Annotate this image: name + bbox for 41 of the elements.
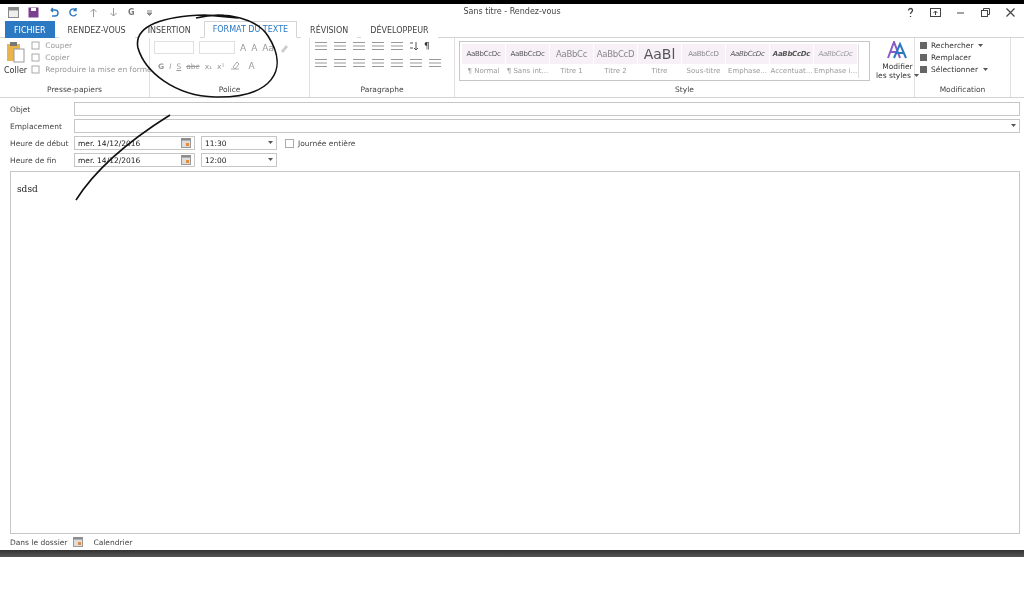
- up-arrow-icon[interactable]: [88, 7, 99, 18]
- caret-icon[interactable]: [1011, 124, 1016, 128]
- location-field[interactable]: [74, 119, 1020, 133]
- caret-icon[interactable]: [913, 73, 919, 78]
- ribbon-display-icon[interactable]: [930, 7, 941, 18]
- quick-access-item[interactable]: G: [128, 8, 135, 17]
- calendar-icon: [181, 155, 191, 165]
- font-name-field[interactable]: [154, 41, 194, 54]
- styles-icon[interactable]: [887, 41, 908, 59]
- undo-icon[interactable]: [48, 7, 59, 18]
- caret-icon[interactable]: [268, 158, 273, 162]
- caret-icon[interactable]: [978, 43, 984, 48]
- calendar-icon: [181, 138, 191, 148]
- sort-icon[interactable]: [409, 41, 419, 51]
- center-icon[interactable]: [333, 58, 347, 68]
- calendar-icon[interactable]: [8, 7, 19, 18]
- file-tab[interactable]: FICHIER: [5, 21, 55, 38]
- caret-icon[interactable]: [983, 67, 988, 72]
- subject-field[interactable]: [74, 102, 1020, 116]
- ribbon-tab[interactable]: RÉVISION: [301, 21, 358, 38]
- paste-icon[interactable]: [5, 41, 26, 63]
- message-body[interactable]: sdsd: [10, 171, 1020, 534]
- calendar-icon: [73, 537, 84, 547]
- align-left-icon[interactable]: [314, 58, 328, 68]
- caret-icon[interactable]: [268, 141, 273, 145]
- redo-icon[interactable]: [68, 7, 79, 18]
- checkbox[interactable]: [285, 138, 294, 148]
- window-title: Sans titre - Rendez-vous: [463, 7, 561, 16]
- justify-icon[interactable]: [371, 58, 385, 68]
- down-arrow-icon[interactable]: [108, 7, 119, 18]
- pilcrow-button[interactable]: ¶: [424, 41, 430, 51]
- close-icon[interactable]: [1005, 7, 1016, 18]
- ribbon-tab[interactable]: DÉVELOPPEUR: [361, 21, 438, 38]
- clear-formatting-icon[interactable]: [279, 42, 289, 53]
- align-right-icon[interactable]: [352, 58, 366, 68]
- restore-icon[interactable]: [980, 7, 991, 18]
- save-icon[interactable]: [28, 7, 39, 18]
- font-size-field[interactable]: [199, 41, 235, 54]
- paste-label[interactable]: Coller: [4, 66, 28, 75]
- ribbon-tab[interactable]: FORMAT DU TEXTE: [203, 21, 298, 38]
- help-icon[interactable]: [905, 7, 916, 18]
